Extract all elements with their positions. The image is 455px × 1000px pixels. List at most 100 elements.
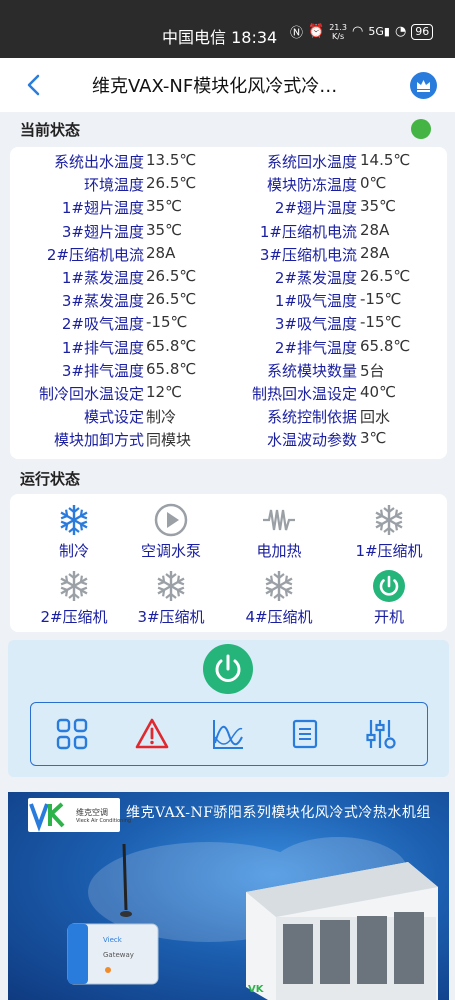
parameter-label: 1#压缩机电流 — [259, 222, 357, 241]
parameter-row: 制冷回水温设定 12℃ 制热回水温设定 40℃ — [10, 383, 447, 406]
run-status-label: 3#压缩机 — [137, 608, 205, 626]
parameter-label: 模块防冻温度 — [266, 176, 357, 195]
power-button[interactable] — [203, 644, 253, 694]
parameter-label: 2#压缩机电流 — [46, 245, 144, 264]
parameter-label: 水温波动参数 — [266, 431, 357, 450]
heater-coil-icon — [224, 502, 334, 538]
wifi-icon: ◠ — [352, 24, 364, 39]
settings-sliders-icon[interactable] — [364, 717, 398, 751]
title-bar: 维克VAX-NF模块化风冷式冷… — [0, 58, 455, 112]
parameter-value: 28A — [146, 243, 176, 262]
play-icon — [116, 502, 226, 538]
parameter-row: 1#翅片温度 35℃ 2#翅片温度 35℃ — [10, 197, 447, 220]
snowflake-icon — [224, 568, 334, 604]
alarm-warning-icon[interactable] — [135, 717, 169, 751]
run-status-card: 制冷 空调水泵 电加热 1#压缩机 2#压缩机 3#压缩机 4#压缩机 开机 — [10, 494, 447, 632]
wifi-signal-icon: ◔ — [394, 24, 407, 39]
parameter-value: 35℃ — [360, 197, 396, 216]
parameter-value: 35℃ — [146, 197, 182, 216]
parameter-value: 26.5℃ — [146, 267, 197, 285]
run-status-item: 空调水泵 — [116, 502, 226, 561]
run-status-item: 开机 — [334, 568, 444, 627]
run-status-label: 电加热 — [256, 542, 302, 560]
parameter-row: 模块加卸方式 同模块 水温波动参数 3℃ — [10, 429, 447, 452]
run-status-label: 1#压缩机 — [355, 542, 423, 560]
run-status-item: 4#压缩机 — [224, 568, 334, 627]
parameter-label: 系统控制依据 — [266, 408, 357, 427]
list-document-icon[interactable] — [288, 717, 322, 751]
parameter-value: 40℃ — [360, 383, 396, 401]
parameter-row: 环境温度 26.5℃ 模块防冻温度 0℃ — [10, 174, 447, 197]
function-toolbar — [30, 702, 428, 766]
alarm-clock-icon: ⏰ — [308, 24, 325, 39]
back-arrow-icon[interactable] — [24, 74, 46, 96]
run-status-label: 开机 — [373, 608, 404, 626]
run-status-item: 电加热 — [224, 502, 334, 561]
parameter-value: -15℃ — [146, 313, 188, 332]
snowflake-icon — [19, 502, 129, 538]
parameter-label: 3#排气温度 — [61, 361, 144, 380]
parameter-label: 环境温度 — [83, 176, 144, 195]
parameter-label: 1#排气温度 — [61, 338, 144, 357]
parameter-label: 系统模块数量 — [266, 361, 357, 380]
battery-indicator: 96 — [411, 23, 434, 40]
parameter-value: 26.5℃ — [360, 267, 411, 285]
run-status-item: 制冷 — [19, 502, 129, 561]
dashboard-grid-icon[interactable] — [55, 717, 89, 751]
network-speed: 21.3 K/s — [329, 22, 348, 41]
run-status-heading: 运行状态 — [20, 470, 81, 488]
parameter-value: 5台 — [360, 361, 385, 380]
svg-text:VK: VK — [248, 984, 265, 995]
parameter-value: -15℃ — [360, 290, 402, 309]
carrier-time: 中国电信 18:34 — [162, 28, 278, 47]
parameter-label: 3#压缩机电流 — [259, 245, 357, 264]
parameter-label: 3#翅片温度 — [61, 222, 144, 241]
page-title: 维克VAX-NF模块化风冷式冷… — [92, 76, 338, 97]
parameter-value: -15℃ — [360, 313, 402, 332]
parameter-label: 1#蒸发温度 — [61, 269, 144, 287]
parameter-row: 3#排气温度 65.8℃ 系统模块数量 5台 — [10, 360, 447, 383]
power-icon — [334, 568, 444, 604]
parameter-label: 3#吸气温度 — [274, 315, 357, 334]
run-status-label: 2#压缩机 — [40, 608, 108, 626]
status-bar: 中国电信 18:34 Ⓝ ⏰ 21.3 K/s ◠ 5G▮ ◔ 96 — [0, 0, 455, 58]
current-status-heading: 当前状态 — [20, 121, 81, 139]
svg-text:Gateway: Gateway — [103, 951, 134, 959]
signal-icon: 5G▮ — [368, 25, 390, 38]
parameter-label: 制冷回水温设定 — [38, 385, 144, 403]
parameter-value: 65.8℃ — [360, 336, 411, 355]
parameter-label: 2#蒸发温度 — [274, 269, 357, 287]
nfc-icon: Ⓝ — [290, 26, 304, 41]
curve-chart-icon[interactable] — [211, 717, 245, 751]
parameter-value: 13.5℃ — [146, 151, 197, 169]
crown-button[interactable] — [410, 72, 437, 99]
parameter-label: 模块加卸方式 — [53, 431, 144, 450]
snowflake-icon — [116, 568, 226, 604]
parameter-row: 3#蒸发温度 26.5℃ 1#吸气温度 -15℃ — [10, 290, 447, 313]
snowflake-icon — [19, 568, 129, 604]
parameter-label: 系统回水温度 — [266, 153, 357, 171]
parameter-label: 模式设定 — [83, 408, 144, 427]
parameter-card: 系统出水温度 13.5℃ 系统回水温度 14.5℃ 环境温度 26.5℃ 模块防冻温度 0℃ 1… — [10, 147, 447, 459]
parameter-value: 0℃ — [360, 174, 387, 193]
parameter-label: 2#排气温度 — [274, 338, 357, 357]
parameter-value: 12℃ — [146, 383, 182, 401]
run-status-label: 制冷 — [58, 542, 89, 560]
status-icons: Ⓝ ⏰ 21.3 K/s ◠ 5G▮ ◔ 96 — [290, 22, 434, 41]
run-status-label: 4#压缩机 — [245, 608, 313, 626]
snowflake-icon — [334, 502, 444, 538]
parameter-value: 26.5℃ — [146, 290, 197, 309]
parameter-label: 系统出水温度 — [53, 153, 144, 171]
parameter-row: 系统出水温度 13.5℃ 系统回水温度 14.5℃ — [10, 151, 447, 174]
parameter-label: 制热回水温设定 — [251, 385, 357, 403]
run-status-label: 空调水泵 — [140, 542, 201, 560]
run-status-item: 2#压缩机 — [19, 568, 129, 627]
parameter-value: 制冷 — [146, 408, 177, 427]
parameter-row: 模式设定 制冷 系统控制依据 回水 — [10, 406, 447, 429]
parameter-label: 2#翅片温度 — [274, 199, 357, 218]
run-status-item: 1#压缩机 — [334, 502, 444, 561]
parameter-row: 1#排气温度 65.8℃ 2#排气温度 65.8℃ — [10, 337, 447, 360]
parameter-value: 28A — [360, 243, 390, 262]
parameter-value: 65.8℃ — [146, 336, 197, 355]
parameter-value: 同模块 — [146, 431, 192, 450]
